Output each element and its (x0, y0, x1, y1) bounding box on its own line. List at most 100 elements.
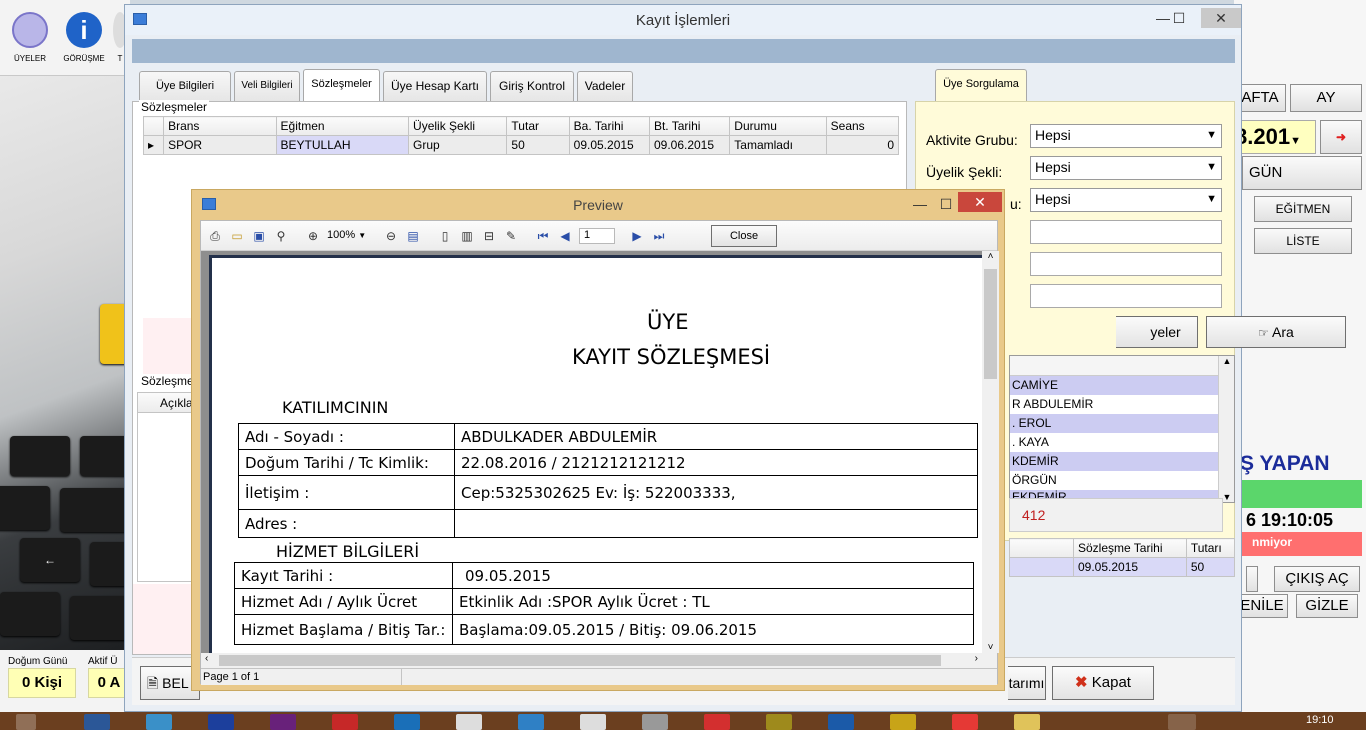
day-button[interactable]: GÜN (1242, 156, 1362, 190)
outlook-icon[interactable] (394, 714, 420, 730)
keyboard-icon[interactable] (1168, 714, 1196, 730)
edit-icon[interactable]: ✎ (503, 229, 519, 243)
preview-minimize-button[interactable]: — (906, 194, 934, 214)
maximize-button[interactable]: ☐ (1165, 8, 1193, 28)
preview-horizontal-scrollbar[interactable]: ‹ › (201, 653, 982, 668)
exit-open-button[interactable]: ÇIKIŞ AÇ (1274, 566, 1360, 592)
tab-entry-control[interactable]: Giriş Kontrol (490, 71, 574, 101)
page-number-input[interactable]: 1 (579, 228, 615, 244)
tab-account-card[interactable]: Üye Hesap Kartı (383, 71, 487, 101)
tab-parent-info[interactable]: Veli Bilgileri (234, 71, 300, 101)
tab-contracts[interactable]: Sözleşmeler (303, 69, 380, 102)
partial-action-button[interactable]: tarımı (1008, 666, 1046, 700)
column-header[interactable]: Üyelik Şekli (408, 116, 508, 136)
explorer-icon[interactable] (1014, 714, 1040, 730)
list-item[interactable]: ÖRGÜN (1010, 471, 1234, 490)
preview-canvas[interactable]: ÜYE KAYIT SÖZLEŞMESİ KATILIMCININ Adı - … (201, 251, 982, 653)
column-header[interactable]: Seans (825, 116, 900, 136)
zoom-select[interactable]: 100% ▼ (327, 229, 371, 245)
column-header[interactable]: Eğitmen (275, 116, 410, 136)
members-button[interactable]: ÜYELER (4, 8, 56, 72)
column-header[interactable]: Durumu (729, 116, 827, 136)
preview-close-x-button[interactable]: ✕ (958, 192, 1002, 212)
book-icon[interactable]: ⊟ (481, 229, 497, 243)
word-icon[interactable] (84, 714, 110, 730)
open-folder-icon[interactable]: ▭ (229, 229, 245, 243)
month-button[interactable]: AY (1290, 84, 1362, 112)
results-list[interactable]: CAMİYE R ABDULEMİR . EROL . KAYA KDEMİR … (1009, 355, 1235, 503)
app-icon[interactable] (704, 714, 730, 730)
hide-button[interactable]: GİZLE (1296, 594, 1358, 618)
column-header[interactable]: Açıkla (138, 393, 196, 413)
search-button[interactable]: ☞ Ara (1206, 316, 1346, 348)
zoom-out-icon[interactable]: ⊖ (383, 229, 399, 243)
prev-page-icon[interactable]: ◀ (557, 229, 573, 243)
preview-maximize-button[interactable]: ☐ (932, 194, 960, 214)
chevron-up-icon[interactable]: ▲ (1219, 356, 1234, 366)
search-field-3[interactable] (1030, 284, 1222, 308)
list-item[interactable]: CAMİYE (1010, 376, 1234, 395)
search-field-2[interactable] (1030, 252, 1222, 276)
date-picker[interactable]: 8.201▼ (1234, 120, 1316, 154)
trainer-button[interactable]: EĞİTMEN (1254, 196, 1352, 222)
one-page-icon[interactable]: ▯ (437, 229, 453, 243)
tab-member-search[interactable]: Üye Sorgulama (935, 69, 1027, 102)
scroll-thumb[interactable] (984, 269, 997, 379)
preview-vertical-scrollbar[interactable]: ˄ ˅ (982, 251, 999, 653)
results-scrollbar[interactable]: ▲ ▼ (1218, 356, 1234, 502)
7zip-icon[interactable] (766, 714, 792, 730)
column-header[interactable]: Brans (163, 116, 277, 136)
zoom-in-icon[interactable]: ⊕ (305, 229, 321, 243)
column-header[interactable]: Ba. Tarihi (568, 116, 650, 136)
app-icon[interactable] (456, 714, 482, 730)
app-icon[interactable] (642, 714, 668, 730)
print-icon[interactable]: ⎙ (207, 229, 223, 243)
fit-page-icon[interactable]: ▤ (405, 229, 421, 243)
search-field-1[interactable] (1030, 220, 1222, 244)
tab-member-info[interactable]: Üye Bilgileri (139, 71, 231, 101)
kapat-button[interactable]: ✖ Kapat (1052, 666, 1154, 700)
column-header[interactable]: Bt. Tarihi (648, 116, 731, 136)
preview-close-button[interactable]: Close (711, 225, 777, 247)
go-arrow-button[interactable]: ➜ (1320, 120, 1362, 154)
column-header[interactable]: Tutarı (1185, 538, 1236, 558)
visual-studio-icon[interactable] (270, 714, 296, 730)
list-item[interactable]: R ABDULEMİR (1010, 395, 1234, 414)
first-page-icon[interactable]: ⏮ (535, 229, 551, 243)
spss-icon[interactable] (332, 714, 358, 730)
app-icon[interactable] (890, 714, 916, 730)
chrome-icon[interactable] (952, 714, 978, 730)
chevron-right-icon[interactable]: › (975, 653, 978, 664)
list-item[interactable]: . KAYA (1010, 433, 1234, 452)
app-icon[interactable] (208, 714, 234, 730)
start-icon[interactable] (16, 714, 36, 730)
preview-titlebar[interactable]: Preview — ☐ ✕ (192, 190, 1004, 218)
close-button[interactable]: ✕ (1201, 8, 1241, 28)
find-icon[interactable]: ⚲ (273, 229, 289, 243)
list-item[interactable]: . EROL (1010, 414, 1234, 433)
list-item[interactable]: KDEMİR (1010, 452, 1234, 471)
save-icon[interactable]: ▣ (251, 229, 267, 243)
app-icon[interactable] (518, 714, 544, 730)
chevron-down-icon[interactable]: ˅ (982, 642, 999, 653)
chevron-left-icon[interactable]: ‹ (205, 653, 208, 664)
all-members-button[interactable]: yeler (1116, 316, 1198, 348)
column-header[interactable]: Tutar (506, 116, 570, 136)
chevron-up-icon[interactable]: ˄ (982, 251, 999, 262)
column-header[interactable]: Sözleşme Tarihi (1073, 538, 1187, 558)
next-page-icon[interactable]: ▶ (629, 229, 645, 243)
list-item[interactable]: EKDEMİR (1010, 490, 1234, 498)
third-filter-select[interactable]: Hepsi ▼ (1030, 188, 1222, 212)
tab-installments[interactable]: Vadeler (577, 71, 633, 101)
two-pages-icon[interactable]: ▥ (459, 229, 475, 243)
refresh-button[interactable]: ENİLE (1236, 594, 1288, 618)
membership-type-select[interactable]: Hepsi ▼ (1030, 156, 1222, 180)
table-row[interactable]: ▸ SPOR BEYTULLAH Grup 50 09.05.2015 09.0… (142, 135, 900, 155)
activity-group-select[interactable]: Hepsi ▼ (1030, 124, 1222, 148)
app-icon[interactable] (146, 714, 172, 730)
list-button[interactable]: LİSTE (1254, 228, 1352, 254)
table-row[interactable]: 09.05.2015 50 (1009, 557, 1236, 577)
atom-icon[interactable] (828, 714, 854, 730)
scroll-thumb[interactable] (219, 655, 941, 666)
window-titlebar[interactable]: Kayıt İşlemleri — ☐ ✕ (125, 5, 1241, 35)
